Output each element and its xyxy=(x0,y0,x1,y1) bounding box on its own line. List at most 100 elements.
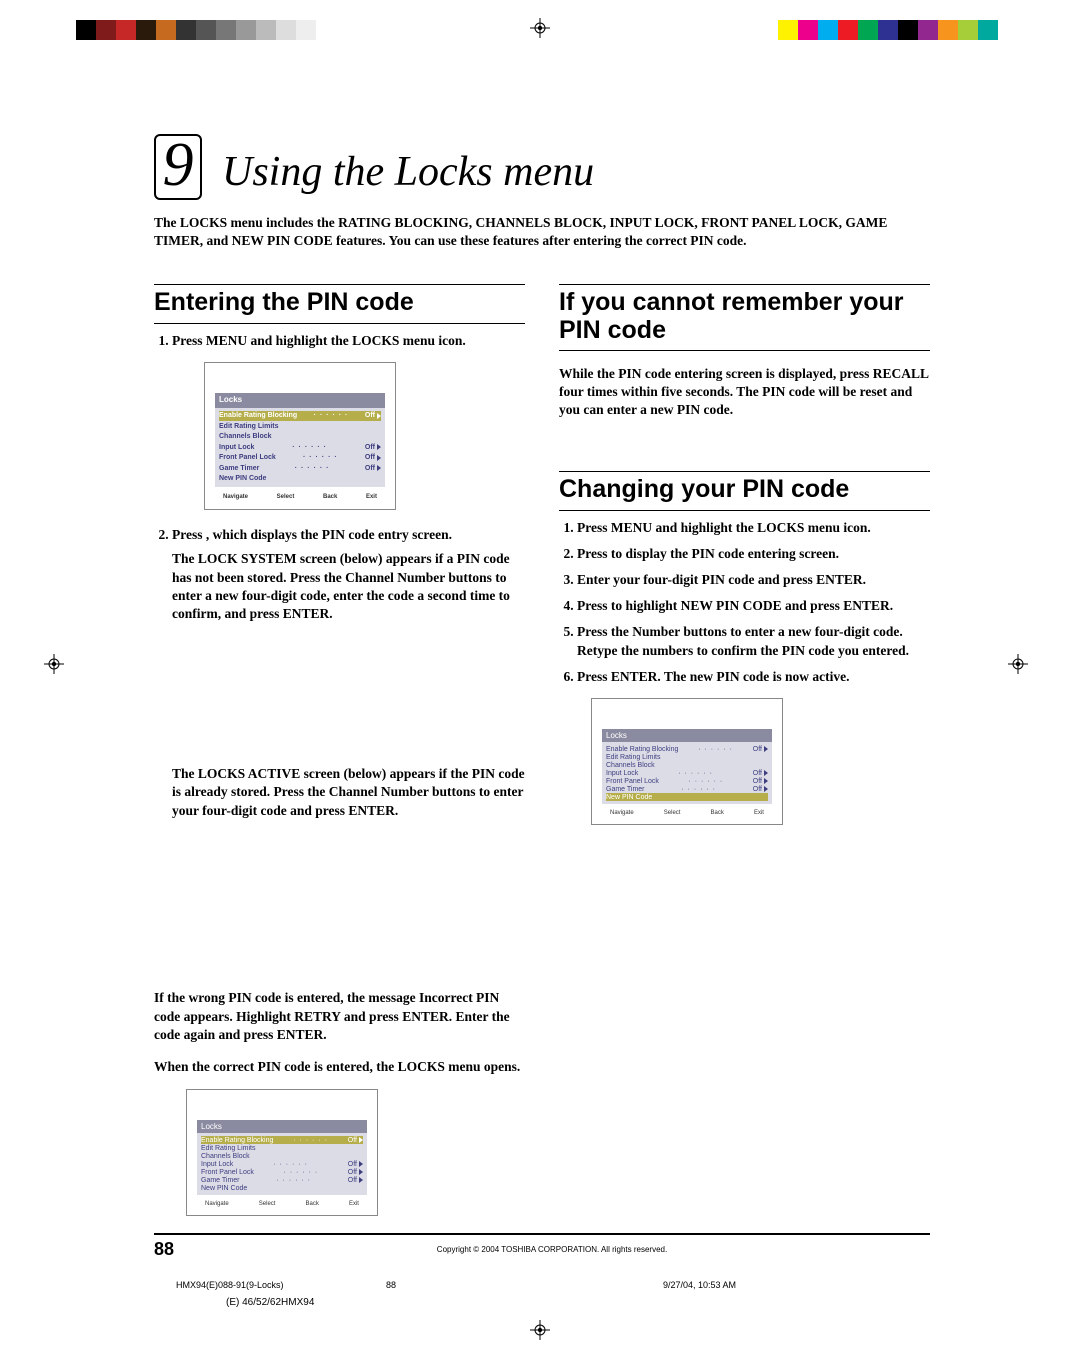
osd-title: Locks xyxy=(602,729,772,742)
osd-row: Input Lock· · · · · ·Off xyxy=(219,442,381,452)
paragraph: When the correct PIN code is entered, th… xyxy=(154,1058,525,1076)
color-bar-right xyxy=(758,20,998,40)
arrow-right-icon xyxy=(377,455,381,461)
color-swatch xyxy=(196,20,216,40)
osd-hint: Exit xyxy=(754,810,764,816)
color-swatch xyxy=(818,20,838,40)
registration-mark-icon xyxy=(530,1320,550,1340)
section-heading-changing: Changing your PIN code xyxy=(559,471,930,511)
osd-row: Input Lock· · · · · ·Off xyxy=(201,1160,363,1168)
osd-row: Front Panel Lock· · · · · ·Off xyxy=(606,777,768,785)
osd-row: New PIN Code xyxy=(606,793,768,801)
arrow-right-icon xyxy=(359,1137,363,1143)
step-text: The LOCKS ACTIVE screen (below) appears … xyxy=(172,765,525,820)
step-text: The LOCK SYSTEM screen (below) appears i… xyxy=(172,550,525,623)
arrow-right-icon xyxy=(764,770,768,776)
color-swatch xyxy=(116,20,136,40)
step: Press to highlight NEW PIN CODE and pres… xyxy=(577,597,930,615)
slug-filename: HMX94(E)088-91(9-Locks) xyxy=(176,1280,284,1290)
color-bar-left xyxy=(76,20,316,40)
color-swatch xyxy=(758,20,778,40)
arrow-right-icon xyxy=(359,1169,363,1175)
content-area: 9 Using the Locks menu The LOCKS menu in… xyxy=(154,134,930,1232)
osd-hint: Navigate xyxy=(205,1201,229,1207)
entering-steps: Press MENU and highlight the LOCKS menu … xyxy=(154,332,525,976)
color-swatch xyxy=(176,20,196,40)
chapter-header: 9 Using the Locks menu xyxy=(154,134,930,200)
color-swatch xyxy=(938,20,958,40)
osd-hint: Back xyxy=(711,810,724,816)
osd-locks-menu: LocksEnable Rating Blocking· · · · · ·Of… xyxy=(591,698,783,825)
step-2: Press , which displays the PIN code entr… xyxy=(172,526,525,976)
section-heading-entering: Entering the PIN code xyxy=(154,284,525,324)
osd-row: Game Timer· · · · · ·Off xyxy=(606,785,768,793)
arrow-right-icon xyxy=(764,778,768,784)
osd-hint: Back xyxy=(323,493,337,501)
color-swatch xyxy=(798,20,818,40)
color-swatch xyxy=(778,20,798,40)
chapter-number: 9 xyxy=(154,134,202,200)
color-swatch xyxy=(96,20,116,40)
paragraph: While the PIN code entering screen is di… xyxy=(559,365,930,420)
osd-row: Edit Rating Limits xyxy=(606,753,768,761)
page: 9 Using the Locks menu The LOCKS menu in… xyxy=(0,0,1080,1364)
osd-row: Enable Rating Blocking· · · · · ·Off xyxy=(219,411,381,421)
chapter-title: Using the Locks menu xyxy=(222,148,594,196)
osd-title: Locks xyxy=(215,393,385,408)
section-heading-forgot: If you cannot remember your PIN code xyxy=(559,284,930,351)
step: Enter your four-digit PIN code and press… xyxy=(577,571,930,589)
step-text: Press , which displays the PIN code entr… xyxy=(172,527,452,542)
arrow-right-icon xyxy=(377,465,381,471)
osd-row: Channels Block xyxy=(606,761,768,769)
osd-hint: Back xyxy=(306,1201,319,1207)
osd-hint: Select xyxy=(259,1201,276,1207)
color-swatch xyxy=(898,20,918,40)
color-swatch xyxy=(236,20,256,40)
color-swatch xyxy=(958,20,978,40)
color-swatch xyxy=(216,20,236,40)
copyright-text: Copyright © 2004 TOSHIBA CORPORATION. Al… xyxy=(174,1245,930,1254)
step-text: Press MENU and highlight the LOCKS menu … xyxy=(172,333,466,348)
osd-title: Locks xyxy=(197,1120,367,1133)
color-swatch xyxy=(978,20,998,40)
color-swatch xyxy=(256,20,276,40)
osd-row: New PIN Code xyxy=(219,474,381,484)
printable-area: 9 Using the Locks menu The LOCKS menu in… xyxy=(86,84,996,1308)
color-swatch xyxy=(296,20,316,40)
arrow-right-icon xyxy=(764,746,768,752)
registration-mark-icon xyxy=(1008,654,1028,674)
osd-hint: Select xyxy=(277,493,295,501)
color-swatch xyxy=(136,20,156,40)
osd-hint: Navigate xyxy=(223,493,248,501)
osd-row: Game Timer· · · · · ·Off xyxy=(219,463,381,473)
step: Press ENTER. The new PIN code is now act… xyxy=(577,668,930,686)
arrow-right-icon xyxy=(359,1161,363,1167)
color-swatch xyxy=(276,20,296,40)
paragraph: If the wrong PIN code is entered, the me… xyxy=(154,989,525,1044)
arrow-right-icon xyxy=(764,786,768,792)
osd-hint: Exit xyxy=(366,493,377,501)
osd-row: Front Panel Lock· · · · · ·Off xyxy=(219,453,381,463)
slug-pageno: 88 xyxy=(386,1280,396,1290)
column-right: If you cannot remember your PIN code Whi… xyxy=(559,274,930,1232)
step: Press the Number buttons to enter a new … xyxy=(577,623,930,659)
osd-row: Edit Rating Limits xyxy=(219,421,381,431)
registration-mark-icon xyxy=(530,18,550,38)
osd-row: Channels Block xyxy=(201,1152,363,1160)
page-number: 88 xyxy=(154,1239,174,1260)
osd-hint: Exit xyxy=(349,1201,359,1207)
color-swatch xyxy=(858,20,878,40)
osd-row: Input Lock· · · · · ·Off xyxy=(606,769,768,777)
arrow-right-icon xyxy=(377,444,381,450)
osd-locks-menu: Locks Enable Rating Blocking· · · · · ·Of… xyxy=(186,1089,378,1216)
color-swatch xyxy=(838,20,858,40)
page-footer: 88 Copyright © 2004 TOSHIBA CORPORATION.… xyxy=(154,1233,930,1260)
slug-model: (E) 46/52/62HMX94 xyxy=(226,1297,314,1308)
osd-row: Enable Rating Blocking· · · · · ·Off xyxy=(201,1136,363,1144)
osd-hint: Navigate xyxy=(610,810,634,816)
changing-steps: Press MENU and highlight the LOCKS menu … xyxy=(559,519,930,687)
arrow-right-icon xyxy=(359,1177,363,1183)
color-swatch xyxy=(918,20,938,40)
arrow-right-icon xyxy=(377,413,381,419)
osd-row: Front Panel Lock· · · · · ·Off xyxy=(201,1168,363,1176)
